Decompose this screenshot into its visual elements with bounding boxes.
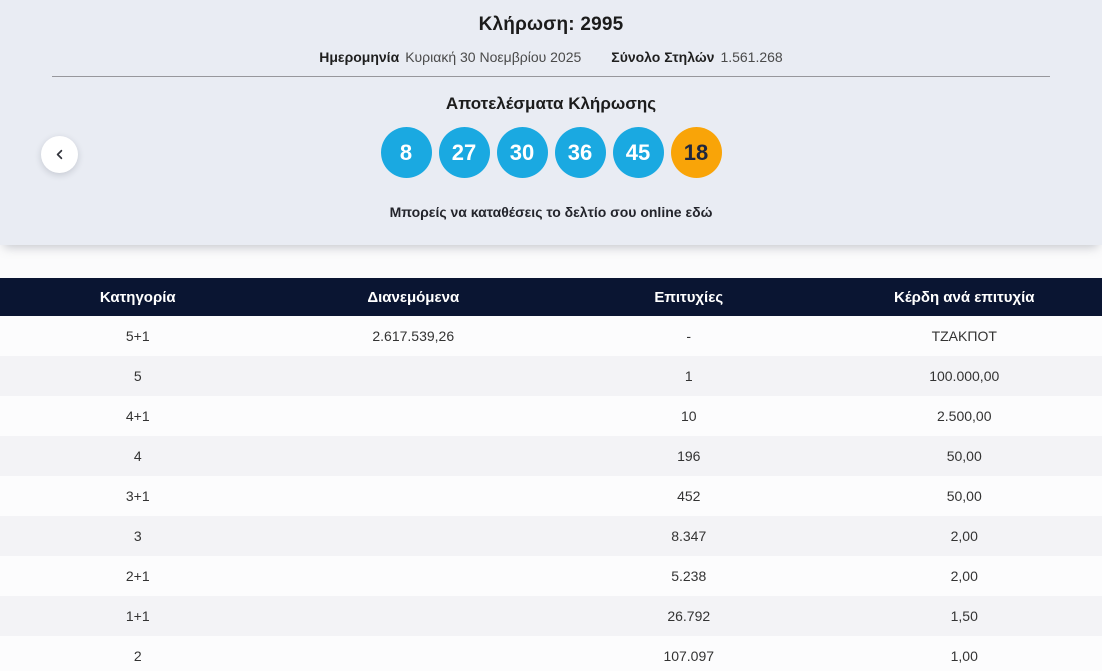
column-header: Διανεμόμενα <box>276 278 552 316</box>
prize-cell: 2,00 <box>827 516 1102 556</box>
total-columns: Σύνολο Στηλών 1.561.268 <box>611 49 782 65</box>
column-header: Κέρδη ανά επιτυχία <box>827 278 1102 316</box>
table-row: 4+1 102.500,00 <box>0 396 1102 436</box>
winning-number-ball: 27 <box>439 127 490 178</box>
category-cell: 1+1 <box>0 596 276 636</box>
winners-cell: 26.792 <box>551 596 827 636</box>
winners-cell: 5.238 <box>551 556 827 596</box>
winning-number-ball: 8 <box>381 127 432 178</box>
back-button[interactable] <box>41 136 78 173</box>
prize-cell: 100.000,00 <box>827 356 1102 396</box>
winning-number-ball: 45 <box>613 127 664 178</box>
category-cell: 2+1 <box>0 556 276 596</box>
prize-cell: 50,00 <box>827 436 1102 476</box>
prize-cell: ΤΖΑΚΠΟΤ <box>827 316 1102 356</box>
table-body: 5+12.617.539,26-ΤΖΑΚΠΟΤ51100.000,004+110… <box>0 316 1102 671</box>
distributed-cell <box>276 436 552 476</box>
submit-ticket-online-link[interactable]: Μπορείς να καταθέσεις το δελτίο σου onli… <box>0 204 1102 220</box>
table-row: 5 1100.000,00 <box>0 356 1102 396</box>
column-header: Κατηγορία <box>0 278 276 316</box>
category-cell: 5 <box>0 356 276 396</box>
distributed-cell <box>276 396 552 436</box>
table-row: 3+1 45250,00 <box>0 476 1102 516</box>
winning-number-ball: 30 <box>497 127 548 178</box>
chevron-left-icon <box>53 148 66 161</box>
winners-cell: 196 <box>551 436 827 476</box>
winning-numbers: 82730364518 <box>0 127 1102 178</box>
winners-cell: 107.097 <box>551 636 827 671</box>
results-heading: Αποτελέσματα Κλήρωσης <box>0 94 1102 114</box>
category-cell: 4+1 <box>0 396 276 436</box>
date-value: Κυριακή 30 Νοεμβρίου 2025 <box>405 49 581 65</box>
draw-title: Κλήρωση: 2995 <box>0 0 1102 36</box>
distributed-cell <box>276 556 552 596</box>
table-row: 4 19650,00 <box>0 436 1102 476</box>
category-cell: 4 <box>0 436 276 476</box>
table-row: 2 107.0971,00 <box>0 636 1102 671</box>
category-cell: 2 <box>0 636 276 671</box>
distributed-cell <box>276 516 552 556</box>
category-cell: 3+1 <box>0 476 276 516</box>
distributed-cell <box>276 596 552 636</box>
category-cell: 3 <box>0 516 276 556</box>
winning-number-ball: 36 <box>555 127 606 178</box>
prize-cell: 2,00 <box>827 556 1102 596</box>
draw-meta: Ημερομηνία Κυριακή 30 Νοεμβρίου 2025 Σύν… <box>0 49 1102 65</box>
prize-cell: 2.500,00 <box>827 396 1102 436</box>
table-row: 2+1 5.2382,00 <box>0 556 1102 596</box>
distributed-cell: 2.617.539,26 <box>276 316 552 356</box>
distributed-cell <box>276 356 552 396</box>
draw-date: Ημερομηνία Κυριακή 30 Νοεμβρίου 2025 <box>319 49 581 65</box>
distributed-cell <box>276 636 552 671</box>
table-row: 1+1 26.7921,50 <box>0 596 1102 636</box>
category-cell: 5+1 <box>0 316 276 356</box>
divider <box>52 76 1050 77</box>
prize-cell: 1,00 <box>827 636 1102 671</box>
table-row: 3 8.3472,00 <box>0 516 1102 556</box>
date-label: Ημερομηνία <box>319 49 399 65</box>
winners-cell: 452 <box>551 476 827 516</box>
prize-cell: 1,50 <box>827 596 1102 636</box>
winners-cell: 8.347 <box>551 516 827 556</box>
prize-table: ΚατηγορίαΔιανεμόμεναΕπιτυχίεςΚέρδη ανά ε… <box>0 278 1102 671</box>
table-header-row: ΚατηγορίαΔιανεμόμεναΕπιτυχίεςΚέρδη ανά ε… <box>0 278 1102 316</box>
columns-value: 1.561.268 <box>720 49 782 65</box>
prize-table-container: ΚατηγορίαΔιανεμόμεναΕπιτυχίεςΚέρδη ανά ε… <box>0 278 1102 671</box>
winners-cell: 10 <box>551 396 827 436</box>
prize-cell: 50,00 <box>827 476 1102 516</box>
column-header: Επιτυχίες <box>551 278 827 316</box>
table-row: 5+12.617.539,26-ΤΖΑΚΠΟΤ <box>0 316 1102 356</box>
draw-hero-section: Κλήρωση: 2995 Ημερομηνία Κυριακή 30 Νοεμ… <box>0 0 1102 245</box>
distributed-cell <box>276 476 552 516</box>
winners-cell: - <box>551 316 827 356</box>
columns-label: Σύνολο Στηλών <box>611 49 714 65</box>
winners-cell: 1 <box>551 356 827 396</box>
joker-number-ball: 18 <box>671 127 722 178</box>
